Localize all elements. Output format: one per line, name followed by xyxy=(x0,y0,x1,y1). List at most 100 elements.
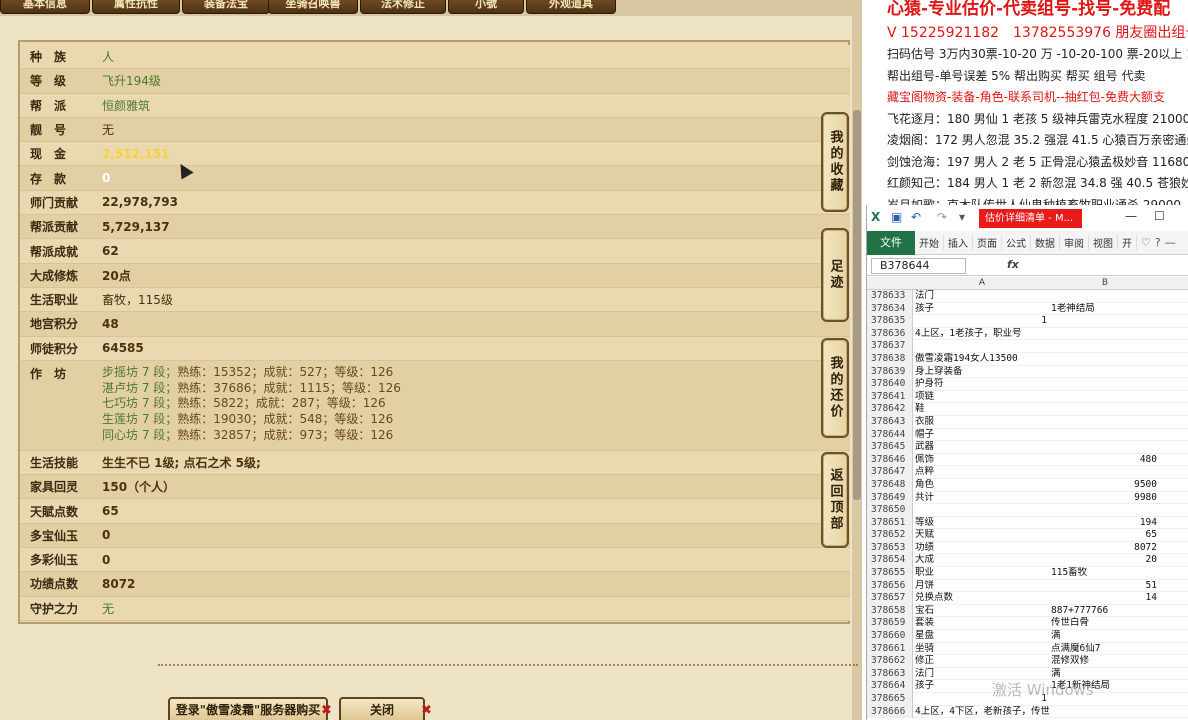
row-number[interactable]: 378665 xyxy=(867,693,913,706)
ribbon-tab[interactable]: 视图 xyxy=(1089,235,1118,250)
row-number[interactable]: 378654 xyxy=(867,554,913,568)
back-to-top-button[interactable]: 返回顶部 xyxy=(821,452,849,548)
row-number[interactable]: 378661 xyxy=(867,642,913,656)
cell-a[interactable]: 4上区，1老孩子，职业号 xyxy=(915,328,1049,341)
row-number[interactable]: 378660 xyxy=(867,630,913,643)
cell-a[interactable]: 4上区，4下区，老新孩子，传世，装备宝宝齐全 xyxy=(915,706,1049,719)
cell-a[interactable]: 兑换点数 xyxy=(915,592,1049,605)
cell-b[interactable]: 8072 xyxy=(1051,542,1159,555)
row-number[interactable]: 378649 xyxy=(867,491,913,505)
help-icon[interactable]: ? xyxy=(1155,236,1161,249)
row-number[interactable]: 378663 xyxy=(867,667,913,681)
cell-a[interactable]: 1 xyxy=(915,315,1049,328)
cell-b[interactable]: 194 xyxy=(1051,517,1159,530)
cell-a[interactable]: 衣服 xyxy=(915,416,1049,429)
cell-a[interactable]: 孩子 xyxy=(915,303,1049,316)
row-number[interactable]: 378642 xyxy=(867,403,913,416)
cell-a[interactable]: 套装 xyxy=(915,617,1049,630)
maximize-icon[interactable]: ☐ xyxy=(1154,209,1165,223)
tab-1[interactable]: 属性抗性 xyxy=(92,0,180,14)
minimize-icon[interactable]: — xyxy=(1125,209,1137,223)
row-number[interactable]: 378653 xyxy=(867,541,913,555)
column-a-header[interactable]: A xyxy=(915,278,1049,288)
cell-a[interactable]: 身上穿装备 xyxy=(915,366,1049,379)
row-number[interactable]: 378636 xyxy=(867,327,913,341)
redo-icon[interactable]: ↷ xyxy=(937,210,947,224)
row-number[interactable]: 378644 xyxy=(867,428,913,442)
row-number[interactable]: 378658 xyxy=(867,604,913,618)
row-number[interactable]: 378650 xyxy=(867,504,913,517)
cell-b[interactable]: 1老神结局 xyxy=(1051,303,1159,316)
ribbon-tab[interactable]: 数据 xyxy=(1031,235,1060,250)
cell-a[interactable]: 职业 xyxy=(915,567,1049,580)
close-button[interactable]: 关闭 xyxy=(339,697,425,720)
row-number[interactable]: 378651 xyxy=(867,516,913,530)
my-counteroffer-button[interactable]: 我的还价 xyxy=(821,338,849,438)
cell-b[interactable]: 887+777766 xyxy=(1051,605,1159,618)
quick-access-dropdown-icon[interactable]: ▾ xyxy=(959,210,965,224)
row-number[interactable]: 378648 xyxy=(867,478,913,492)
row-number[interactable]: 378657 xyxy=(867,592,913,605)
row-number[interactable]: 378641 xyxy=(867,390,913,404)
cell-b[interactable]: 点满魔6仙7 xyxy=(1051,643,1159,656)
row-number[interactable]: 378640 xyxy=(867,378,913,391)
cell-a[interactable]: 点粹 xyxy=(915,466,1049,479)
column-b-header[interactable]: B xyxy=(1051,278,1159,288)
ribbon-tab[interactable]: 开 xyxy=(1118,235,1137,250)
footprint-button[interactable]: 足迹 xyxy=(821,228,849,322)
row-number[interactable]: 378662 xyxy=(867,655,913,668)
tab-0[interactable]: 基本信息 xyxy=(0,0,90,14)
cell-a[interactable]: 法门 xyxy=(915,290,1049,303)
cell-a[interactable]: 傲雪凌霜194女人13500 xyxy=(915,353,1049,366)
cell-b[interactable]: 9500 xyxy=(1051,479,1159,492)
login-server-buy-button[interactable]: 登录"傲雪凌霜"服务器购买 xyxy=(168,697,328,720)
row-number[interactable]: 378634 xyxy=(867,302,913,316)
tab-3[interactable]: 坐骑召唤兽 xyxy=(268,0,358,14)
cell-a[interactable]: 功绩 xyxy=(915,542,1049,555)
cell-a[interactable]: 大成 xyxy=(915,554,1049,567)
row-number[interactable]: 378655 xyxy=(867,567,913,580)
tab-2[interactable]: 装备法宝 xyxy=(182,0,270,14)
undo-icon[interactable]: ↶ xyxy=(911,210,921,224)
cell-a[interactable]: 共计 xyxy=(915,492,1049,505)
row-number[interactable]: 378646 xyxy=(867,453,913,467)
ribbon-tab[interactable]: 公式 xyxy=(1002,235,1031,250)
row-number[interactable]: 378647 xyxy=(867,466,913,479)
cell-b[interactable]: 14 xyxy=(1051,592,1159,605)
row-number[interactable]: 378643 xyxy=(867,415,913,429)
spreadsheet-grid[interactable]: 378633 法门 378634 孩子 1老神结局 378635 1 378636 4上区，1老… xyxy=(867,290,1188,719)
cell-b[interactable]: 115畜牧 xyxy=(1051,567,1159,580)
row-number[interactable]: 378639 xyxy=(867,365,913,379)
scrollbar-thumb[interactable] xyxy=(853,110,861,500)
tab-4[interactable]: 法术修正 xyxy=(360,0,446,14)
row-number[interactable]: 378645 xyxy=(867,441,913,454)
cell-b[interactable]: 混修双修 xyxy=(1051,655,1159,668)
ribbon-tab[interactable]: 开始 xyxy=(915,235,944,250)
minimize-ribbon-icon[interactable]: — xyxy=(1165,236,1176,249)
row-number[interactable]: 378664 xyxy=(867,680,913,693)
row-number[interactable]: 378666 xyxy=(867,705,913,719)
save-icon[interactable]: ▣ xyxy=(891,210,902,224)
ribbon-tab[interactable]: 审阅 xyxy=(1060,235,1089,250)
row-number[interactable]: 378656 xyxy=(867,579,913,593)
cell-b[interactable]: 480 xyxy=(1051,454,1159,467)
cell-a[interactable]: 角色 xyxy=(915,479,1049,492)
row-number[interactable]: 378637 xyxy=(867,340,913,353)
row-number[interactable]: 378652 xyxy=(867,529,913,542)
cell-a[interactable]: 修正 xyxy=(915,655,1049,668)
cell-b[interactable]: 满 xyxy=(1051,630,1159,643)
tab-6[interactable]: 外观道具 xyxy=(526,0,616,14)
cell-b[interactable]: 9980 xyxy=(1051,492,1159,505)
row-number[interactable]: 378635 xyxy=(867,315,913,328)
fx-icon[interactable]: fx xyxy=(1007,258,1019,271)
ribbon-tab[interactable]: 插入 xyxy=(944,235,973,250)
name-box[interactable]: B378644 xyxy=(871,258,966,274)
cell-b[interactable]: 传世白骨 xyxy=(1051,617,1159,630)
cell-a[interactable]: 天赋 xyxy=(915,529,1049,542)
cell-a[interactable]: 月饼 xyxy=(915,580,1049,593)
ribbon-tab[interactable]: 页面 xyxy=(973,235,1002,250)
row-number[interactable]: 378633 xyxy=(867,290,913,303)
tab-5[interactable]: 小號 xyxy=(448,0,524,14)
cell-a[interactable]: 宝石 xyxy=(915,605,1049,618)
my-favorites-button[interactable]: 我的收藏 xyxy=(821,112,849,212)
